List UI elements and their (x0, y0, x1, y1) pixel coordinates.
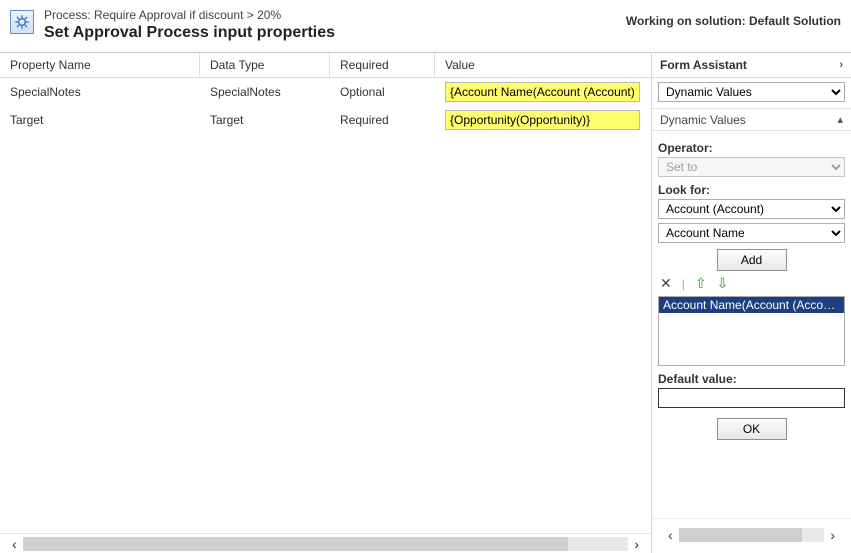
default-value-input[interactable] (658, 388, 845, 408)
scroll-left-icon[interactable]: ‹ (668, 527, 673, 543)
side-horizontal-scrollbar[interactable]: ‹ › (658, 525, 845, 545)
form-assistant-header[interactable]: Form Assistant › (652, 52, 851, 78)
scroll-track[interactable] (679, 528, 825, 542)
form-assistant-panel: Form Assistant › Dynamic Values Dynamic … (651, 52, 851, 553)
operator-select: Set to (658, 157, 845, 177)
col-required: Required (330, 53, 435, 77)
cell-data-type: Target (200, 106, 330, 134)
chevron-right-icon[interactable]: › (839, 59, 843, 71)
process-icon (10, 10, 34, 34)
lookfor-entity-select[interactable]: Account (Account) (658, 199, 845, 219)
scroll-right-icon[interactable]: › (634, 536, 639, 552)
add-button[interactable]: Add (717, 249, 787, 271)
table-row[interactable]: SpecialNotes SpecialNotes Optional (0, 78, 651, 106)
move-up-icon[interactable]: ⇧ (695, 275, 707, 292)
scroll-track[interactable] (23, 537, 629, 551)
scroll-right-icon[interactable]: › (830, 527, 835, 543)
ok-button[interactable]: OK (717, 418, 787, 440)
process-breadcrumb: Process: Require Approval if discount > … (44, 8, 335, 22)
selected-values-list[interactable]: Account Name(Account (Account)) (658, 296, 845, 366)
cell-required: Required (330, 106, 435, 134)
delete-icon[interactable]: ✕ (660, 275, 672, 292)
scroll-left-icon[interactable]: ‹ (12, 536, 17, 552)
cell-required: Optional (330, 78, 435, 106)
horizontal-scrollbar[interactable]: ‹ › (0, 533, 651, 553)
chevron-up-icon[interactable]: ▴ (837, 113, 843, 126)
col-property-name: Property Name (0, 53, 200, 77)
move-down-icon[interactable]: ⇩ (717, 275, 729, 292)
list-item[interactable]: Account Name(Account (Account)) (659, 297, 844, 313)
value-input[interactable] (445, 82, 640, 102)
cell-property-name: Target (0, 106, 200, 134)
value-input[interactable] (445, 110, 640, 130)
lookfor-label: Look for: (658, 183, 845, 197)
dynamic-values-header[interactable]: Dynamic Values ▴ (652, 108, 851, 130)
default-value-label: Default value: (658, 372, 845, 386)
cell-property-name: SpecialNotes (0, 78, 200, 106)
col-data-type: Data Type (200, 53, 330, 77)
assistant-mode-select[interactable]: Dynamic Values (658, 82, 845, 102)
lookfor-attribute-select[interactable]: Account Name (658, 223, 845, 243)
header: Process: Require Approval if discount > … (0, 0, 851, 52)
dynamic-values-title: Dynamic Values (660, 113, 746, 127)
separator: | (682, 277, 685, 291)
col-value: Value (435, 53, 651, 77)
table-row[interactable]: Target Target Required (0, 106, 651, 134)
operator-label: Operator: (658, 141, 845, 155)
form-assistant-title: Form Assistant (660, 58, 747, 72)
solution-label: Working on solution: Default Solution (626, 14, 841, 28)
properties-header: Property Name Data Type Required Value (0, 52, 651, 78)
properties-panel: Property Name Data Type Required Value S… (0, 52, 651, 553)
cell-data-type: SpecialNotes (200, 78, 330, 106)
page-title: Set Approval Process input properties (44, 24, 335, 42)
